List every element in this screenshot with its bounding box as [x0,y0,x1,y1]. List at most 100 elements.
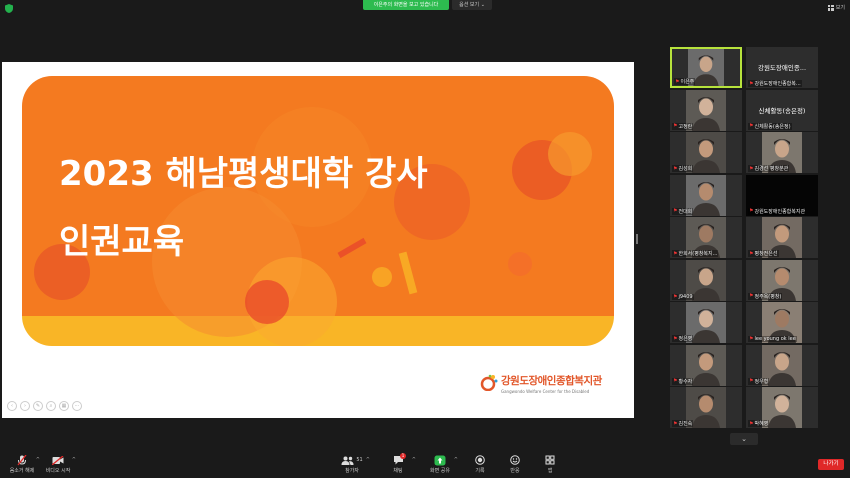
start-video-label: 비디오 시작 [45,468,71,474]
participant-tile[interactable]: ⚑ 정은영 [670,302,742,343]
participant-tile[interactable]: ⚑ 고정란 [670,89,742,131]
muted-mic-icon: ⚑ [675,78,680,85]
share-screen-button[interactable]: 화면 공유 ^ [422,454,458,474]
zoom-icon[interactable]: ⌕ [46,401,56,411]
participant-tile[interactable]: ⚑ 한희서(평창복지... [670,217,742,258]
participant-tile[interactable]: 강원도장애인종... ⚑ 강원도장애인종합복... [746,47,818,88]
participant-name-label: ⚑ 김진숙 [672,420,694,427]
participants-count: 51 [356,457,363,463]
participant-tile[interactable]: 신체활동(송은정) ⚑ 신체활동(송은정) [746,89,818,131]
logo-mark-icon [480,374,498,391]
participant-name-text: lee young ok lee [754,336,796,342]
apps-button[interactable]: 앱 [532,454,568,474]
record-button[interactable]: 기록 [462,454,498,474]
participant-name-text: 평창전은선 [754,251,778,257]
meeting-toolbar: 음소거 해제 ^ 비디오 시작 ^ 51 참가자 ^ 1 채팅 ^ 화면 공유 … [0,452,850,478]
chevron-down-icon: ⌄ [480,2,485,8]
chevron-up-icon[interactable]: ^ [412,457,416,463]
record-label: 기록 [475,468,485,474]
muted-mic-icon: ⚑ [749,293,754,299]
participants-icon [341,456,354,465]
participant-display-name: 신체활동(송은정) [758,106,806,115]
chat-label: 채팅 [393,468,403,474]
participant-tile[interactable]: ⚑ j9409 [670,259,742,301]
participant-name-label: ⚑ 평창전은선 [748,250,779,257]
muted-mic-icon: ⚑ [749,80,754,87]
participants-label: 참가자 [345,468,359,474]
participant-tile[interactable]: ⚑ 김성희 [670,132,742,173]
participant-tile[interactable]: ⚑ 강원도장애인종합복지관 [746,174,818,216]
chevron-up-icon[interactable]: ^ [454,457,458,463]
logo-korean-text: 강원도장애인종합복지관 [501,375,602,387]
participant-name-label: ⚑ lee young ok lee [748,336,797,342]
muted-mic-icon: ⚑ [749,378,754,384]
participant-name-label: ⚑ 강원도장애인종합복... [748,80,802,87]
participant-name-text: 전대희 [678,208,693,215]
participant-tile[interactable]: ⚑ 전대희 [670,174,742,216]
slide-title: 2023 해남평생대학 강사 [59,154,428,194]
participant-display-name: 강원도장애인종... [757,64,807,72]
logo-english-text: Gangwondo Welfare Center for the Disable… [501,389,590,394]
participant-name-label: ⚑ 이은주 [674,78,696,85]
start-video-button[interactable]: 비디오 시작 ^ [40,454,76,474]
participant-tile[interactable]: ⚑ 평창전은선 [746,217,818,258]
chevron-up-icon[interactable]: ^ [366,457,370,463]
grid-icon[interactable]: ▦ [59,401,69,411]
muted-mic-icon: ⚑ [673,250,678,257]
view-button[interactable]: 보기 [827,4,845,11]
back-arrow-icon[interactable]: ‹ [7,401,17,411]
participant-name-text: 김진숙 [678,421,693,427]
reactions-button[interactable]: 반응 [497,454,533,474]
muted-mic-icon: ⚑ [673,123,678,129]
participant-name-label: ⚑ 황수자 [672,377,694,385]
grid-view-icon [827,4,834,11]
security-shield-icon[interactable] [5,4,13,13]
view-button-label: 보기 [835,5,845,11]
shared-screen[interactable]: 2023 해남평생대학 강사 인권교육 강원도장애인종합복지관 Gangwond… [2,62,634,418]
muted-mic-icon: ⚑ [673,335,678,342]
participant-name-label: ⚑ 김성희 [672,165,694,172]
participant-tile[interactable]: ⚑ 정우형 [746,344,818,386]
participant-tile[interactable]: ⚑ 김진숙 [670,387,742,428]
gallery-scroll-down-button[interactable]: ⌄ [730,433,758,445]
view-options-label: 옵션 보기 [459,2,480,8]
video-off-icon [52,454,64,466]
unmute-label: 음소거 해제 [9,468,35,474]
view-options-button[interactable]: 옵션 보기 ⌄ [452,0,492,10]
participant-tile[interactable]: ⚑ 이은주 [670,47,742,88]
muted-mic-icon: ⚑ [673,293,678,300]
muted-mic-icon: ⚑ [749,165,754,172]
microphone-muted-icon [17,454,27,466]
muted-mic-icon: ⚑ [749,250,754,257]
screen-share-banner[interactable]: 이은주의 화면을 보고 있습니다 [363,0,449,10]
participant-tile[interactable]: ⚑ lee young ok lee [746,302,818,343]
muted-mic-icon: ⚑ [673,378,678,384]
participant-name-text: 김경선 평창분관 [754,166,789,172]
more-icon[interactable]: ⋯ [72,401,82,411]
chevron-up-icon[interactable]: ^ [72,457,76,463]
participant-tile[interactable]: ⚑ 정주옥(평창) [746,259,818,301]
leave-meeting-button[interactable]: 나가기 [818,459,844,470]
participant-name-label: ⚑ 박혜영 [748,420,770,427]
unmute-button[interactable]: 음소거 해제 ^ [4,454,40,474]
panel-splitter-handle[interactable] [636,234,638,244]
chat-button[interactable]: 1 채팅 ^ [380,453,416,474]
participant-name-label: ⚑ 정주옥(평창) [748,292,783,300]
participant-name-text: 신체활동(송은정) [754,123,791,130]
participant-tile[interactable]: ⚑ 황수자 [670,344,742,386]
slide-annotation-controls: ‹ › ✎ ⌕ ▦ ⋯ [7,401,82,411]
reactions-label: 반응 [510,468,520,474]
forward-arrow-icon[interactable]: › [20,401,30,411]
participant-tile[interactable]: ⚑ 김경선 평창분관 [746,132,818,173]
participant-name-text: 고정란 [678,123,693,130]
muted-mic-icon: ⚑ [749,336,754,342]
smiley-icon [510,454,520,466]
participant-name-text: 한희서(평창복지... [678,251,718,257]
participants-button[interactable]: 51 참가자 ^ [334,454,370,474]
share-screen-label: 화면 공유 [430,468,450,474]
zoom-meeting-window: 이은주의 화면을 보고 있습니다 옵션 보기 ⌄ 보기 2023 해남평생대학 … [0,0,850,478]
participant-tile[interactable]: ⚑ 박혜영 [746,387,818,428]
pen-icon[interactable]: ✎ [33,401,43,411]
participant-name-text: 정우형 [754,378,769,385]
participant-name-label: ⚑ 고정란 [672,122,694,130]
